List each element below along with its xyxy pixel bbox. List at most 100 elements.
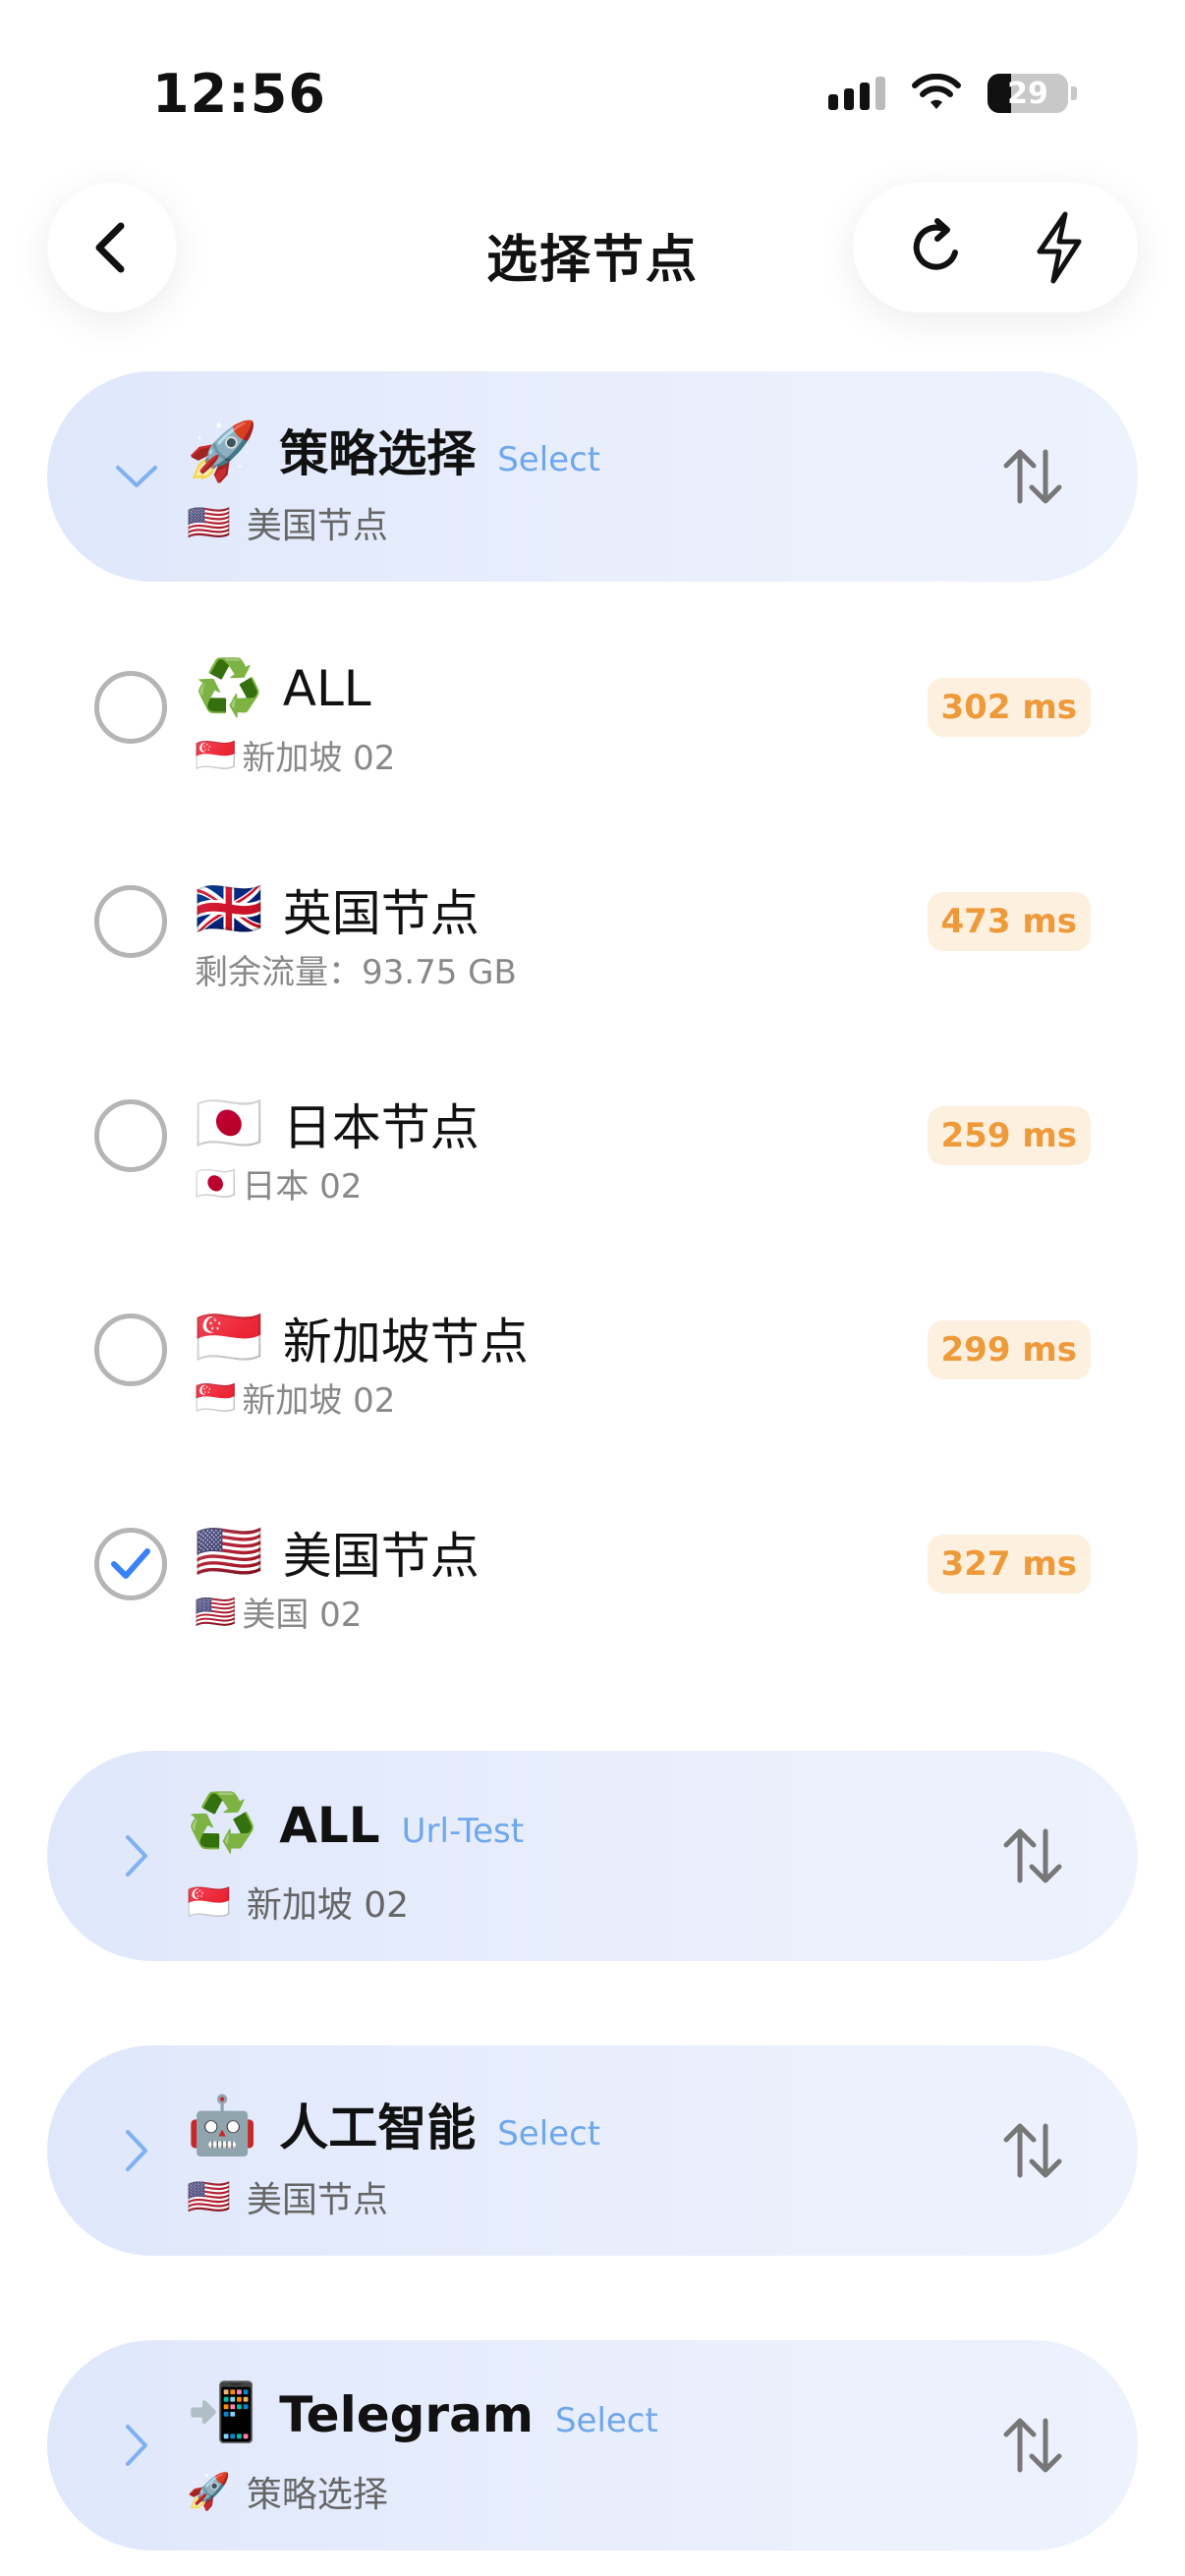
radio-button[interactable] bbox=[94, 1099, 167, 1172]
group-selected: 🇺🇸 美国节点 bbox=[187, 2171, 388, 2222]
lightning-icon bbox=[1037, 211, 1082, 284]
option-name: ALL bbox=[282, 660, 371, 717]
group-name: ALL bbox=[279, 1797, 380, 1854]
option-title: 🇸🇬 新加坡节点 bbox=[195, 1303, 529, 1373]
option-detail: 🇸🇬 新加坡 02 bbox=[195, 731, 395, 779]
uk-flag-icon: 🇬🇧 bbox=[195, 877, 263, 941]
chevron-right-icon[interactable] bbox=[102, 2116, 171, 2185]
battery-level: 29 bbox=[1007, 76, 1048, 111]
option-title: 🇺🇸 美国节点 bbox=[195, 1517, 480, 1588]
latency-badge[interactable]: 299 ms bbox=[927, 1320, 1091, 1379]
option-name: 新加坡节点 bbox=[282, 1314, 529, 1371]
robot-icon: 🤖 bbox=[187, 2092, 258, 2158]
sort-button[interactable] bbox=[996, 440, 1069, 513]
group-name: 策略选择 bbox=[279, 425, 477, 482]
group-type: Select bbox=[554, 2401, 658, 2440]
cellular-signal-icon bbox=[828, 77, 885, 110]
us-flag-icon: 🇺🇸 bbox=[187, 503, 231, 543]
group-name: Telegram bbox=[279, 2386, 534, 2443]
chevron-down-icon[interactable] bbox=[102, 442, 171, 511]
us-flag-icon: 🇺🇸 bbox=[195, 1592, 237, 1632]
us-flag-icon: 🇺🇸 bbox=[187, 2177, 231, 2217]
sort-arrows-icon bbox=[1003, 2418, 1062, 2473]
status-time: 12:56 bbox=[152, 63, 326, 125]
group-title: 🤖 人工智能 Select bbox=[187, 2089, 600, 2159]
latency-badge[interactable]: 327 ms bbox=[927, 1535, 1091, 1594]
radio-button-checked[interactable] bbox=[94, 1528, 167, 1600]
sort-button[interactable] bbox=[996, 1820, 1069, 1892]
option-title: 🇯🇵 日本节点 bbox=[195, 1089, 480, 1159]
radio-button[interactable] bbox=[94, 671, 167, 744]
jp-flag-icon: 🇯🇵 bbox=[195, 1092, 263, 1155]
checkmark-icon bbox=[111, 1548, 150, 1579]
proxy-option-us[interactable]: 🇺🇸 美国节点 🇺🇸 美国 02 327 ms bbox=[47, 1466, 1138, 1662]
option-title: 🇬🇧 英国节点 bbox=[195, 874, 480, 945]
chevron-right-icon[interactable] bbox=[102, 1821, 171, 1890]
group-name: 人工智能 bbox=[279, 2100, 477, 2156]
rocket-icon: 🚀 bbox=[187, 418, 258, 484]
latency-badge[interactable]: 259 ms bbox=[927, 1106, 1091, 1165]
latency-badge[interactable]: 302 ms bbox=[927, 678, 1091, 737]
option-sub: 剩余流量：93.75 GB bbox=[195, 953, 517, 992]
us-flag-icon: 🇺🇸 bbox=[195, 1520, 263, 1584]
group-selected: 🚀 策略选择 bbox=[187, 2466, 388, 2517]
group-card-ai[interactable]: 🤖 人工智能 Select 🇺🇸 美国节点 bbox=[47, 2045, 1138, 2256]
option-detail: 🇸🇬 新加坡 02 bbox=[195, 1373, 395, 1422]
battery-icon: 29 bbox=[988, 74, 1068, 113]
group-type: Select bbox=[497, 440, 601, 479]
group-selected-name: 新加坡 02 bbox=[246, 1885, 410, 1926]
refresh-icon bbox=[913, 218, 958, 270]
option-sub: 新加坡 02 bbox=[242, 1381, 396, 1421]
proxy-option-all[interactable]: ♻️ ALL 🇸🇬 新加坡 02 302 ms bbox=[47, 609, 1138, 806]
group-title: 🚀 策略选择 Select bbox=[187, 415, 600, 485]
group-selected: 🇺🇸 美国节点 bbox=[187, 497, 388, 548]
radio-button[interactable] bbox=[94, 885, 167, 958]
option-sub: 美国 02 bbox=[242, 1596, 363, 1635]
group-title: 📲 Telegram Select bbox=[187, 2383, 658, 2443]
recycle-icon: ♻️ bbox=[187, 1789, 258, 1856]
rocket-icon: 🚀 bbox=[187, 2472, 231, 2512]
sg-flag-icon: 🇸🇬 bbox=[195, 1306, 263, 1370]
chevron-right-icon[interactable] bbox=[102, 2411, 171, 2480]
group-title: ♻️ ALL Url-Test bbox=[187, 1794, 524, 1854]
option-title: ♻️ ALL bbox=[195, 660, 371, 717]
group-type: Select bbox=[497, 2114, 601, 2154]
proxy-option-uk[interactable]: 🇬🇧 英国节点 剩余流量：93.75 GB 473 ms bbox=[47, 823, 1138, 1020]
proxy-option-sg[interactable]: 🇸🇬 新加坡节点 🇸🇬 新加坡 02 299 ms bbox=[47, 1252, 1138, 1448]
sort-button[interactable] bbox=[996, 2114, 1069, 2187]
sort-button[interactable] bbox=[996, 2409, 1069, 2482]
group-selected-name: 策略选择 bbox=[246, 2475, 388, 2515]
option-detail: 剩余流量：93.75 GB bbox=[195, 945, 517, 993]
sg-flag-icon: 🇸🇬 bbox=[195, 735, 237, 775]
group-selected: 🇸🇬 新加坡 02 bbox=[187, 1876, 409, 1928]
sort-arrows-icon bbox=[1003, 449, 1062, 504]
sg-flag-icon: 🇸🇬 bbox=[187, 1882, 231, 1923]
option-sub: 新加坡 02 bbox=[242, 739, 396, 778]
mobile-arrow-icon: 📲 bbox=[187, 2379, 258, 2445]
sort-arrows-icon bbox=[1003, 2123, 1062, 2178]
proxy-select-screen: 12:56 29 选择节点 🚀 策略选择 Select 🇺🇸 美国节点 ♻️ A… bbox=[0, 0, 1185, 2576]
group-type: Url-Test bbox=[401, 1812, 525, 1851]
wifi-icon bbox=[912, 74, 961, 109]
option-detail: 🇺🇸 美国 02 bbox=[195, 1588, 362, 1636]
option-name: 日本节点 bbox=[282, 1099, 480, 1156]
option-name: 美国节点 bbox=[282, 1528, 480, 1585]
refresh-button[interactable] bbox=[902, 213, 971, 282]
group-card-expanded[interactable]: 🚀 策略选择 Select 🇺🇸 美国节点 bbox=[47, 371, 1138, 582]
jp-flag-icon: 🇯🇵 bbox=[195, 1163, 237, 1204]
proxy-option-jp[interactable]: 🇯🇵 日本节点 🇯🇵 日本 02 259 ms bbox=[47, 1037, 1138, 1234]
group-selected-name: 美国节点 bbox=[246, 2180, 388, 2220]
option-detail: 🇯🇵 日本 02 bbox=[195, 1159, 362, 1207]
group-card-all[interactable]: ♻️ ALL Url-Test 🇸🇬 新加坡 02 bbox=[47, 1751, 1138, 1961]
sg-flag-icon: 🇸🇬 bbox=[195, 1377, 237, 1418]
group-card-telegram[interactable]: 📲 Telegram Select 🚀 策略选择 bbox=[47, 2340, 1138, 2550]
battery-indicator: 29 bbox=[988, 74, 1077, 113]
speedtest-button[interactable] bbox=[1030, 210, 1089, 285]
group-selected-name: 美国节点 bbox=[246, 506, 388, 546]
status-indicators: 29 bbox=[828, 69, 1077, 118]
option-sub: 日本 02 bbox=[242, 1167, 363, 1206]
option-name: 英国节点 bbox=[282, 885, 480, 942]
latency-badge[interactable]: 473 ms bbox=[927, 892, 1091, 951]
radio-button[interactable] bbox=[94, 1314, 167, 1386]
recycle-icon: ♻️ bbox=[195, 656, 263, 720]
